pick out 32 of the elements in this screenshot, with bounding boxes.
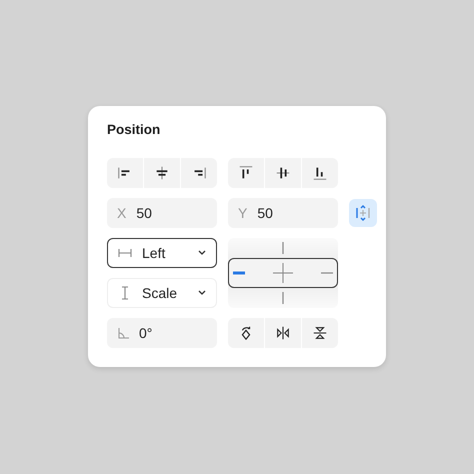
horizontal-constraint-icon [118,246,132,260]
field-label: X [117,204,126,222]
field-value: 50 [136,204,152,222]
constraint-line [281,292,285,304]
vertical-constraint-select[interactable]: Scale [107,278,217,308]
center-plus-icon [273,263,293,283]
x-field[interactable]: X 50 [107,198,217,228]
chevron-down-icon [198,250,206,256]
constraint-line [233,271,245,275]
select-value: Left [142,244,166,262]
field-value: 50 [257,204,273,222]
field-value: 0° [139,324,152,342]
top-constraint-handle[interactable] [281,242,285,254]
chevron-down-icon [198,290,206,296]
horizontal-constraint-select[interactable]: Left [107,238,217,268]
select-value: Scale [142,284,178,302]
flip-vertical-icon [312,325,328,341]
flip-horizontal-icon [275,325,291,341]
constraint-line [281,242,285,254]
rotation-field[interactable]: 0° [107,318,217,348]
align-top-icon [238,165,254,181]
field-label: Y [238,204,248,222]
align-bottom-icon [312,165,328,181]
align-middle-icon [275,165,291,181]
constrain-toggle[interactable] [349,199,377,227]
constraint-line [321,271,333,275]
bottom-constraint-handle[interactable] [281,292,285,304]
panel-title: Position [107,122,162,138]
y-field[interactable]: Y 50 [228,198,338,228]
angle-icon [117,327,129,339]
constrain-icon [355,204,371,222]
align-center-icon [154,165,170,181]
